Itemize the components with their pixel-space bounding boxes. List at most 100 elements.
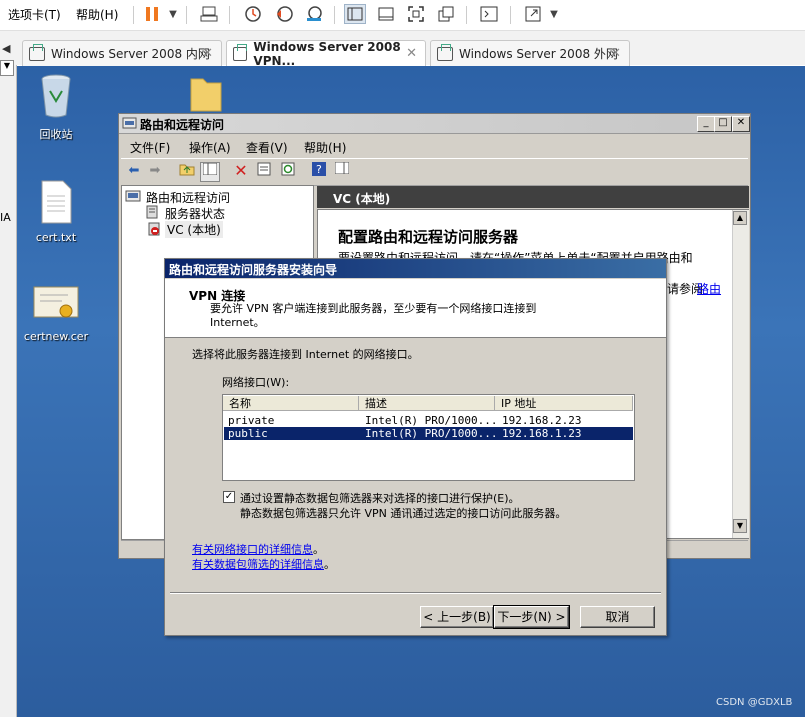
cancel-button-label: 取消 <box>605 610 630 624</box>
fullscreen-icon[interactable] <box>405 4 427 24</box>
cell-ip: 192.168.1.23 <box>502 427 582 440</box>
close-button[interactable]: ✕ <box>732 116 750 132</box>
wizard-titlebar[interactable]: 路由和远程访问服务器安装向导 <box>165 259 666 278</box>
toolbar-divider <box>466 6 467 24</box>
packet-filter-checkbox[interactable]: ✓ <box>223 491 235 503</box>
close-icon[interactable]: ✕ <box>610 46 621 61</box>
folder-icon[interactable] <box>189 71 223 113</box>
snapshot-manager-icon[interactable] <box>303 4 325 24</box>
details-header: VC (本地) <box>317 186 749 208</box>
unity-icon[interactable] <box>435 4 457 24</box>
close-icon[interactable]: ✕ <box>406 46 417 61</box>
svg-text:?: ? <box>316 163 322 176</box>
help-icon[interactable]: ? <box>310 162 328 180</box>
action-pane-icon[interactable] <box>333 161 351 180</box>
minimize-button[interactable]: _ <box>697 116 715 132</box>
toolbar-divider <box>510 6 511 24</box>
library-panel <box>0 65 17 717</box>
snapshot-icon[interactable] <box>242 4 264 24</box>
dropdown-icon[interactable]: ▼ <box>0 60 14 76</box>
cell-name: public <box>228 427 268 440</box>
send-keys-icon[interactable] <box>198 4 220 24</box>
delete-icon[interactable]: ✕ <box>232 162 250 180</box>
thumbnail-icon[interactable] <box>375 4 397 24</box>
checkbox-note: 静态数据包筛选器只允许 VPN 通讯通过选定的接口访问此服务器。 <box>240 507 567 520</box>
menu-action[interactable]: 操作(A) <box>189 139 231 156</box>
interface-list-label: 网络接口(W): <box>222 376 290 389</box>
rras-tree-icon <box>125 189 141 203</box>
menu-help[interactable]: 帮助(H) <box>76 6 118 23</box>
sidebar-collapse-icon[interactable]: ◀ <box>2 42 10 55</box>
vm-icon <box>233 44 248 61</box>
packet-filter-link[interactable]: 有关数据包筛选的详细信息 <box>192 558 324 571</box>
show-tree-icon[interactable] <box>200 162 220 182</box>
menu-help[interactable]: 帮助(H) <box>304 139 346 156</box>
scroll-up-icon[interactable]: ▲ <box>733 211 747 225</box>
checkbox-label: 通过设置静态数据包筛选器来对选择的接口进行保护(E)。 <box>240 492 520 505</box>
cell-name: private <box>228 414 275 427</box>
console-icon[interactable] <box>478 4 500 24</box>
help-link[interactable]: 路由 <box>697 280 721 297</box>
vm-icon <box>29 43 45 61</box>
tab-extranet[interactable]: Windows Server 2008 外网 ✕ <box>430 40 630 66</box>
cell-ip: 192.168.2.23 <box>502 414 582 427</box>
chevron-down-icon[interactable]: ▼ <box>543 4 565 24</box>
interface-row-public[interactable]: public Intel(R) PRO/1000... 192.168.1.23 <box>224 427 633 440</box>
refresh-icon[interactable] <box>279 162 297 180</box>
column-label: 描述 <box>365 397 387 410</box>
column-header-ip[interactable]: IP 地址 <box>495 396 633 411</box>
column-header-description[interactable]: 描述 <box>359 396 495 411</box>
vmware-toolbar <box>0 0 805 31</box>
forward-arrow-icon[interactable]: ➡ <box>146 162 164 180</box>
rras-app-icon <box>122 116 137 130</box>
back-button-label: < 上一步(B) <box>423 610 491 624</box>
next-button[interactable]: 下一步(N) > <box>493 605 570 629</box>
toolbar-divider <box>334 6 335 24</box>
tree-item-server-status[interactable]: 服务器状态 <box>165 205 225 222</box>
library-item-label: IA <box>0 211 11 224</box>
show-library-icon[interactable] <box>344 4 366 24</box>
revert-snapshot-icon[interactable] <box>273 4 295 24</box>
column-label: 名称 <box>229 397 251 410</box>
desktop-icon-label: 回收站 <box>39 128 73 141</box>
interface-prompt: 选择将此服务器连接到 Internet 的网络接口。 <box>192 348 419 361</box>
tree-item-vc-local[interactable]: VC (本地) <box>165 221 223 238</box>
interface-info-line: 有关网络接口的详细信息。 <box>192 541 324 557</box>
wizard-divider <box>170 592 661 594</box>
details-header-text: VC (本地) <box>333 192 391 206</box>
text-file-icon[interactable]: cert.txt <box>21 180 91 244</box>
menu-file[interactable]: 文件(F) <box>130 139 170 156</box>
cell-description: Intel(R) PRO/1000... <box>365 427 498 440</box>
tab-vpn[interactable]: Windows Server 2008 VPN... ✕ <box>226 40 426 68</box>
tab-intranet[interactable]: Windows Server 2008 内网 ✕ <box>22 40 222 66</box>
window-title: 路由和远程访问 <box>140 118 225 132</box>
tab-label: Windows Server 2008 外网 <box>459 47 618 61</box>
scroll-down-icon[interactable]: ▼ <box>733 519 747 533</box>
certificate-icon[interactable]: certnew.cer <box>21 283 91 343</box>
toolbar-divider <box>133 6 134 24</box>
up-folder-icon[interactable] <box>178 162 196 180</box>
next-button-label: 下一步(N) > <box>497 610 566 624</box>
column-header-name[interactable]: 名称 <box>223 396 359 411</box>
wizard-description: 要允许 VPN 客户端连接到此服务器，至少要有一个网络接口连接到 Interne… <box>210 302 537 329</box>
recycle-bin-icon[interactable]: 回收站 <box>21 73 91 142</box>
back-arrow-icon[interactable]: ⬅ <box>125 162 143 180</box>
menu-tabs[interactable]: 选项卡(T) <box>8 6 61 23</box>
properties-icon[interactable] <box>255 162 273 180</box>
desktop-icon-label: cert.txt <box>35 231 77 244</box>
toolbar-divider <box>186 6 187 24</box>
chevron-down-icon[interactable]: ▼ <box>162 4 184 24</box>
menu-view[interactable]: 查看(V) <box>246 139 288 156</box>
server-stopped-icon <box>147 222 161 236</box>
tree-item-root[interactable]: 路由和远程访问 <box>146 189 230 206</box>
close-icon[interactable]: ✕ <box>202 46 213 61</box>
network-interface-link[interactable]: 有关网络接口的详细信息 <box>192 543 313 556</box>
maximize-button[interactable]: □ <box>714 116 732 132</box>
scrollbar[interactable] <box>732 210 749 538</box>
stretch-icon[interactable] <box>522 4 544 24</box>
cancel-button[interactable]: 取消 <box>580 606 655 628</box>
back-button[interactable]: < 上一步(B) <box>420 606 494 628</box>
pause-icon[interactable] <box>141 4 163 24</box>
desktop-icon-label: certnew.cer <box>23 330 89 343</box>
interface-row-private[interactable]: private Intel(R) PRO/1000... 192.168.2.2… <box>224 414 633 427</box>
